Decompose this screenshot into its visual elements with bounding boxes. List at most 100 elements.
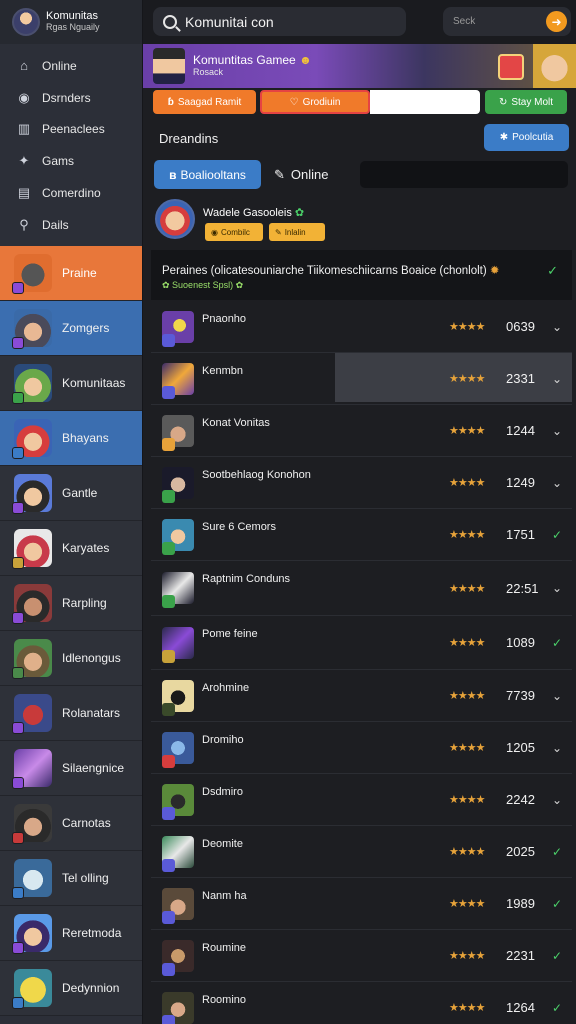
item-score: 1205 [506, 740, 535, 755]
chevron-down-icon[interactable]: ⌄ [552, 476, 562, 490]
game-label: Rarpling [62, 596, 107, 610]
game-item-komunitaas[interactable]: Komunitaas [0, 356, 142, 411]
nav-item-comerdino[interactable]: ▤ Comerdino [0, 177, 142, 209]
rating-stars: ★★★★ [449, 582, 485, 595]
list-item[interactable]: Roumine ★★★★ 2231 ✓ [151, 930, 572, 982]
community-banner[interactable]: Komuntitas Gamee ☻ Rosack [143, 44, 576, 88]
list-item[interactable]: Roomino ★★★★ 1264 ✓ [151, 982, 572, 1024]
game-label: Idlenongus [62, 651, 121, 665]
game-item-karyates[interactable]: Karyates [0, 521, 142, 576]
chevron-down-icon[interactable]: ⌄ [552, 689, 562, 703]
game-item-reretmoda[interactable]: Reretmoda [0, 906, 142, 961]
tab-boaliooltans[interactable]: ʙ Boaliooltans [154, 160, 261, 189]
game-thumb [12, 804, 52, 844]
list-item[interactable]: Arohmine ★★★★ 7739 ⌄ [151, 670, 572, 722]
list-item[interactable]: Konat Vonitas ★★★★ 1244 ⌄ [151, 405, 572, 457]
nav-item-dails[interactable]: ⚲ Dails [0, 209, 142, 241]
check-icon[interactable]: ✓ [552, 1001, 562, 1015]
game-item-dedynnion[interactable]: Dedynnion [0, 961, 142, 1016]
rating-stars: ★★★★ [449, 477, 485, 489]
check-icon[interactable]: ✓ [552, 949, 562, 963]
chevron-down-icon[interactable]: ⌄ [552, 793, 562, 807]
item-name: Nanm ha [202, 890, 247, 902]
chevron-down-icon[interactable]: ⌄ [552, 581, 562, 595]
gear-icon: ✱ [499, 132, 509, 143]
filter-field[interactable] [360, 161, 568, 188]
game-label: Carnotas [62, 816, 111, 830]
game-item-carnotas[interactable]: Carnotas [0, 796, 142, 851]
nav-label: Dsrnders [42, 90, 91, 105]
search-input[interactable]: Komunitai con [153, 7, 406, 36]
list-item[interactable]: Nanm ha ★★★★ 1989 ✓ [151, 878, 572, 930]
nav-item-online[interactable]: ⌂ Online [0, 50, 142, 82]
game-item-gantle[interactable]: Gantle [0, 466, 142, 521]
list-item[interactable]: Kenmbn ★★★★ 2331 ⌄ [151, 353, 572, 405]
game-thumb [162, 414, 194, 451]
nav-item-dsrnders[interactable]: ◉ Dsrnders [0, 82, 142, 114]
game-item-silaengnice[interactable]: Silaengnice [0, 741, 142, 796]
text-field[interactable] [370, 90, 480, 114]
list-item[interactable]: Raptnim Conduns ★★★★ 22:51 ⌄ [151, 561, 572, 616]
profile-header[interactable]: Komunitas Rgas Nguaily [0, 0, 142, 44]
inlalin-chip[interactable]: ✎ Inlalin [269, 223, 325, 241]
list-item[interactable]: Dromiho ★★★★ 1205 ⌄ [151, 722, 572, 774]
grodiuin-button[interactable]: ♡ Grodiuin [260, 90, 370, 114]
grid-icon: ▥ [17, 121, 31, 137]
rating-stars: ★★★★ [449, 742, 485, 754]
list-item[interactable]: Pnaonho ★★★★ 0639 ⌄ [151, 301, 572, 353]
game-thumb [162, 310, 194, 347]
game-thumb [12, 914, 52, 954]
rating-stars: ★★★★ [449, 425, 485, 437]
list-header: Peraines (olicatesouniarche Tiikomeschii… [151, 250, 572, 300]
item-name: Deomite [202, 838, 243, 850]
featured-player[interactable]: Wadele Gasooleis ✿ ◉ Combilc ✎ Inlalin [155, 199, 568, 247]
saagad-ramit-button[interactable]: ɓ Saagad Ramit [153, 90, 256, 114]
game-item-bhayans[interactable]: Bhayans [0, 411, 142, 466]
list-item[interactable]: Deomite ★★★★ 2025 ✓ [151, 826, 572, 878]
item-name: Kenmbn [202, 365, 243, 377]
list-item[interactable]: Sure 6 Cemors ★★★★ 1751 ✓ [151, 509, 572, 561]
badge-icon [498, 54, 524, 80]
chevron-down-icon[interactable]: ⌄ [552, 320, 562, 334]
list-item[interactable]: Dsdmiro ★★★★ 2242 ⌄ [151, 774, 572, 826]
check-icon[interactable]: ✓ [552, 636, 562, 650]
item-score: 1751 [506, 527, 535, 542]
game-thumb [12, 529, 52, 569]
game-item-idlenongus[interactable]: Idlenongus [0, 631, 142, 686]
rating-stars: ★★★★ [449, 898, 485, 910]
game-thumb [162, 887, 194, 924]
game-label: Komunitaas [62, 376, 126, 390]
banner-avatar [153, 48, 185, 84]
avatar [155, 199, 195, 239]
tab-online[interactable]: ✎ Online [274, 160, 328, 189]
chevron-down-icon[interactable]: ⌄ [552, 741, 562, 755]
chevron-down-icon[interactable]: ⌄ [552, 424, 562, 438]
chat-icon: ▤ [17, 185, 31, 201]
poolcutia-button[interactable]: ✱ Poolcutia [484, 124, 569, 151]
check-icon[interactable]: ✓ [552, 528, 562, 542]
arrow-right-icon[interactable]: ➜ [546, 11, 567, 32]
game-label: Dedynnion [62, 981, 120, 995]
list-item[interactable]: Sootbehlaog Konohon ★★★★ 1249 ⌄ [151, 457, 572, 509]
nav-label: Peenaclees [42, 122, 105, 137]
game-item-rarpling[interactable]: Rarpling [0, 576, 142, 631]
nav-item-peenaclees[interactable]: ▥ Peenaclees [0, 114, 142, 146]
check-icon[interactable]: ✓ [552, 897, 562, 911]
item-name: Sure 6 Cemors [202, 521, 276, 533]
stay-molt-button[interactable]: ↻ Stay Molt [485, 90, 567, 114]
game-item-tel-olling[interactable]: Tel olling [0, 851, 142, 906]
combilc-chip[interactable]: ◉ Combilc [205, 223, 263, 241]
leaderboard-list: Pnaonho ★★★★ 0639 ⌄ Kenmbn ★★★★ 2331 ⌄ K… [151, 301, 572, 1024]
rating-stars: ★★★★ [449, 321, 485, 333]
game-item-praine[interactable]: Praine [0, 246, 142, 301]
game-item-rolanatars[interactable]: Rolanatars [0, 686, 142, 741]
chevron-down-icon[interactable]: ⌄ [552, 372, 562, 386]
game-thumb [162, 783, 194, 820]
nav-menu: ⌂ Online ◉ Dsrnders ▥ Peenaclees ✦ Gams … [0, 44, 142, 241]
section-title: Dreandins [159, 131, 219, 146]
secondary-search-input[interactable]: Seck ➜ [443, 7, 571, 36]
nav-item-gams[interactable]: ✦ Gams [0, 145, 142, 177]
game-item-zomgers[interactable]: Zomgers [0, 301, 142, 356]
list-item[interactable]: Pome feine ★★★★ 1089 ✓ [151, 616, 572, 670]
check-icon[interactable]: ✓ [552, 845, 562, 859]
